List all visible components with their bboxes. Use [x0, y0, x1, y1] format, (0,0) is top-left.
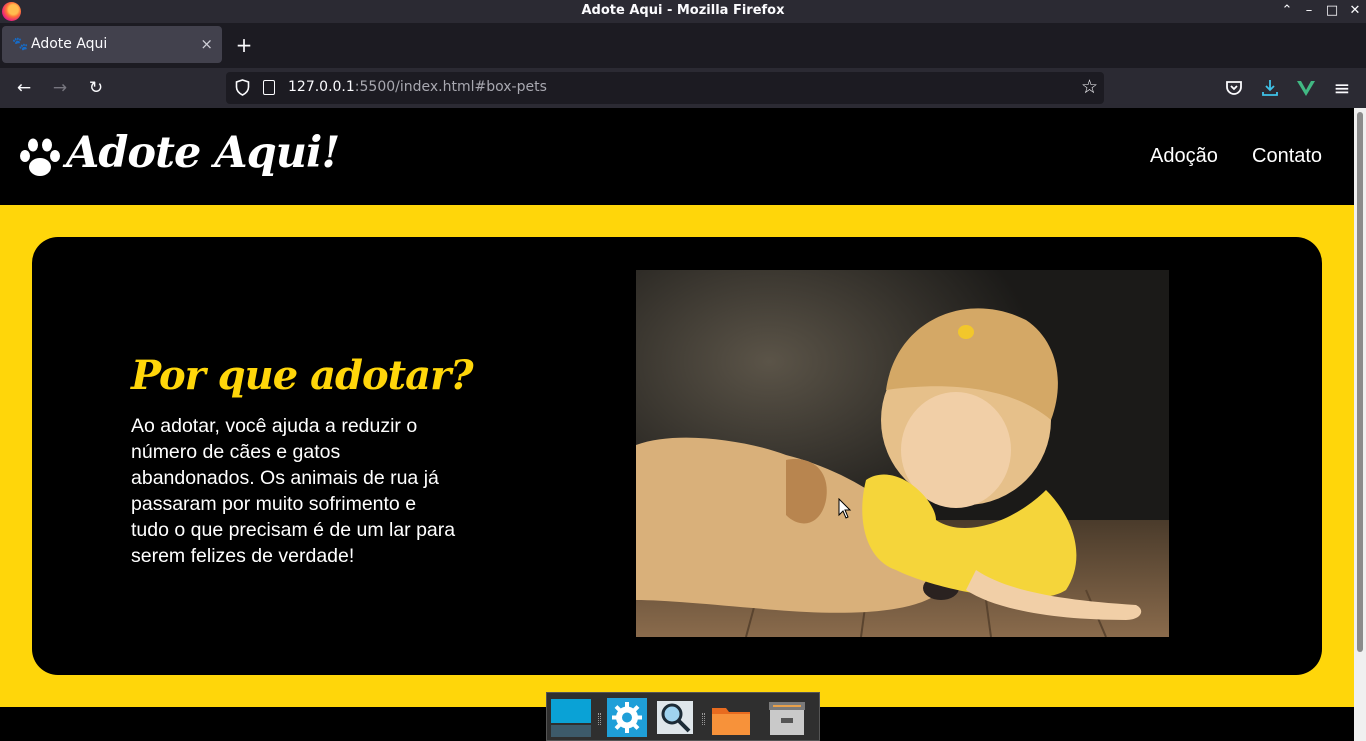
tab-adote-aqui[interactable]: 🐾 Adote Aqui × [2, 26, 222, 63]
window-switcher-icon[interactable] [551, 698, 591, 737]
url-host: 127.0.0.1 [288, 79, 355, 95]
window-title: Adote Aqui - Mozilla Firefox [581, 3, 785, 18]
dock-separator [702, 713, 705, 725]
close-window-button[interactable]: ✕ [1345, 2, 1365, 20]
archive-icon[interactable] [767, 698, 807, 737]
url-bar[interactable]: 127.0.0.1:5500/index.html#box-pets ☆ [226, 72, 1104, 104]
tab-title: Adote Aqui [31, 36, 108, 52]
page-scrollbar[interactable] [1354, 108, 1366, 741]
restore-icon[interactable]: ⌃ [1277, 2, 1297, 20]
forward-button[interactable]: → [48, 76, 72, 100]
url-text[interactable]: 127.0.0.1:5500/index.html#box-pets [288, 79, 547, 95]
back-button[interactable]: ← [12, 76, 36, 100]
search-icon[interactable] [655, 698, 695, 737]
download-icon[interactable] [1258, 76, 1282, 100]
reload-button[interactable]: ↻ [84, 76, 108, 100]
site-header: Adote Aqui! Adoção Contato [0, 108, 1354, 205]
paw-logo-icon [20, 138, 60, 176]
minimize-button[interactable]: – [1299, 2, 1319, 20]
why-adopt-card: Por que adotar? Ao adotar, você ajuda a … [32, 237, 1322, 675]
window-title-bar: Adote Aqui - Mozilla Firefox ⌃ – □ ✕ [0, 0, 1366, 23]
web-page: Adote Aqui! Adoção Contato Por que adota… [0, 108, 1354, 741]
hero-section: Por que adotar? Ao adotar, você ajuda a … [0, 205, 1354, 707]
page-info-icon[interactable] [263, 80, 275, 95]
screen: Adote Aqui - Mozilla Firefox ⌃ – □ ✕ 🐾 A… [0, 0, 1366, 741]
app-menu-button[interactable]: ≡ [1330, 76, 1354, 100]
why-adopt-heading: Por que adotar? [131, 352, 474, 399]
photo-illustration [636, 270, 1169, 637]
close-tab-icon[interactable]: × [200, 35, 213, 53]
files-icon[interactable] [711, 698, 751, 737]
pocket-icon[interactable] [1222, 76, 1246, 100]
site-logo-text[interactable]: Adote Aqui! [66, 128, 340, 178]
vue-devtools-icon[interactable] [1294, 76, 1318, 100]
maximize-button[interactable]: □ [1322, 2, 1342, 20]
nav-link-contato[interactable]: Contato [1252, 145, 1322, 168]
bookmark-star-icon[interactable]: ☆ [1081, 76, 1098, 98]
scrollbar-thumb[interactable] [1357, 112, 1363, 652]
taskbar-dock [546, 692, 820, 741]
nav-link-adocao[interactable]: Adoção [1150, 145, 1218, 168]
child-kissing-dog-photo [636, 270, 1169, 637]
dock-separator [598, 713, 601, 725]
navigation-toolbar: ← → ↻ 127.0.0.1:5500/index.html#box-pets… [0, 68, 1366, 108]
new-tab-button[interactable]: + [232, 33, 256, 57]
tab-strip: 🐾 Adote Aqui × + [0, 23, 1366, 68]
url-path: :5500/index.html#box-pets [354, 79, 547, 95]
settings-icon[interactable] [607, 698, 647, 737]
tracking-shield-icon[interactable] [235, 79, 250, 96]
paw-favicon-icon: 🐾 [12, 37, 29, 52]
why-adopt-text: Ao adotar, você ajuda a reduzir o número… [131, 415, 456, 567]
mouse-cursor-icon [838, 498, 852, 519]
